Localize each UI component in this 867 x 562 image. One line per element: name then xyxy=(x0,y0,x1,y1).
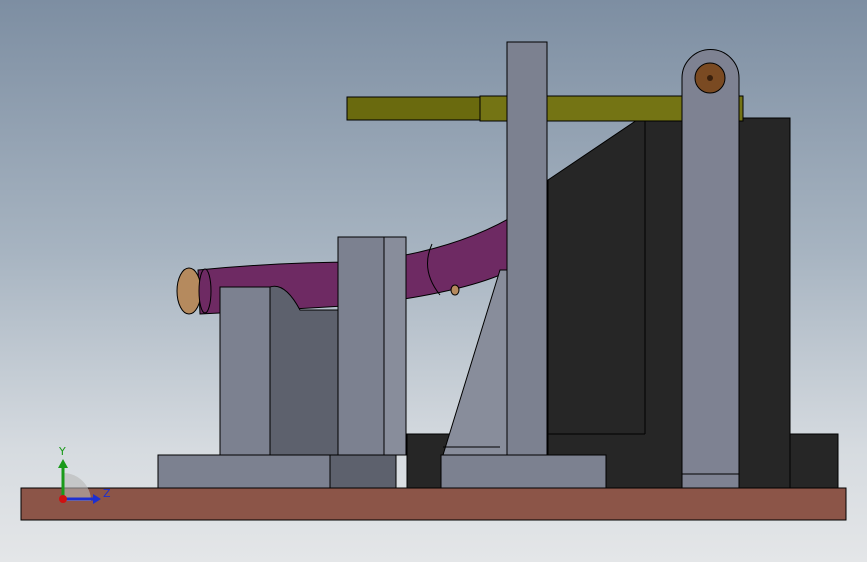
right-base-foot[interactable] xyxy=(440,454,607,489)
tube-end-cap[interactable] xyxy=(176,267,202,315)
z-axis-label: Z xyxy=(103,487,111,500)
cad-model-scene[interactable]: Y Z xyxy=(0,0,867,562)
tall-upright[interactable] xyxy=(506,41,548,456)
dark-back-block[interactable] xyxy=(547,117,791,489)
3d-viewport[interactable]: Y Z xyxy=(0,0,867,562)
gusset[interactable] xyxy=(442,269,508,456)
y-axis-label: Y xyxy=(58,445,66,458)
base-plate[interactable] xyxy=(20,487,847,521)
left-support[interactable] xyxy=(219,286,271,456)
lever-arm[interactable] xyxy=(681,49,740,489)
coordinate-triad: Y Z xyxy=(58,445,111,504)
middle-base-foot[interactable] xyxy=(329,454,397,489)
left-base-foot[interactable] xyxy=(157,454,331,489)
olive-rod-left[interactable] xyxy=(346,96,483,121)
dark-right-foot[interactable] xyxy=(789,433,839,489)
left-support-side[interactable] xyxy=(269,285,339,456)
